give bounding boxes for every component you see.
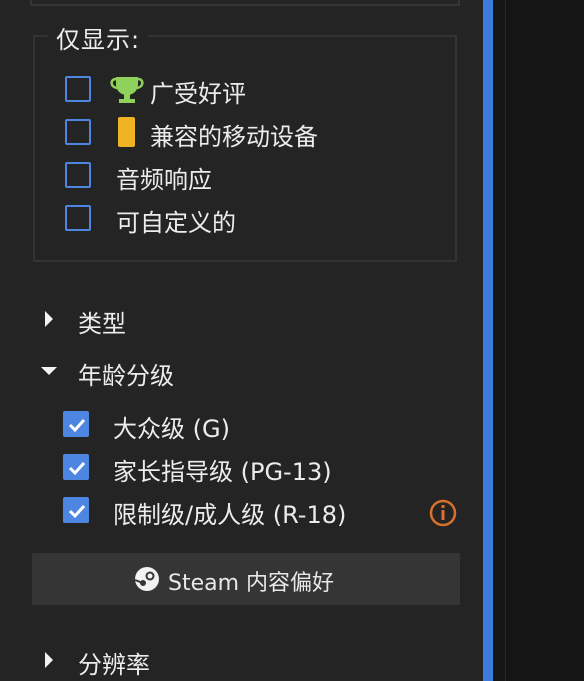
filter-sidebar: 仅显示: 广受好评 兼容的移动设备 音频响应 可自定义的 类型 年龄分级 大众级… [0,0,483,681]
checkmark-icon [68,461,86,476]
steam-content-preferences-button[interactable]: Steam 内容偏好 [32,553,460,605]
previous-section-border [30,0,460,6]
checkbox-rating-r18[interactable] [63,497,89,523]
mobile-device-icon [116,116,138,152]
age-rating-section-header[interactable]: 年龄分级 [40,354,260,390]
pane-divider [505,0,506,681]
type-section-label: 类型 [78,310,126,338]
audio-responsive-label: 音频响应 [116,166,212,194]
rating-r18-label: 限制级/成人级 (R-18) [113,501,347,529]
info-icon[interactable] [428,498,458,532]
checkbox-customizable[interactable] [65,205,91,231]
trophy-icon [108,74,146,110]
checkbox-audio-responsive[interactable] [65,162,91,188]
checkbox-highly-rated[interactable] [65,76,91,102]
chevron-right-icon [40,643,64,677]
highly-rated-label: 广受好评 [150,80,246,108]
checkbox-mobile-compatible[interactable] [65,119,91,145]
steam-content-preferences-label: Steam 内容偏好 [168,571,335,596]
scrollbar-thumb[interactable] [483,0,493,681]
rating-pg13-label: 家长指导级 (PG-13) [113,458,332,486]
chevron-down-icon [40,354,64,388]
only-show-title: 仅显示: [48,20,149,55]
age-rating-section-label: 年龄分级 [78,362,174,390]
resolution-section-label: 分辨率 [78,651,150,679]
chevron-right-icon [40,302,64,336]
resolution-section-header[interactable]: 分辨率 [40,643,240,679]
filter-panel-window: 仅显示: 广受好评 兼容的移动设备 音频响应 可自定义的 类型 年龄分级 大众级… [0,0,584,681]
checkmark-icon [68,504,86,519]
adjacent-pane [493,0,584,681]
checkmark-icon [68,418,86,433]
steam-logo-icon [134,566,160,596]
rating-g-label: 大众级 (G) [113,415,230,443]
checkbox-rating-g[interactable] [63,411,89,437]
checkbox-rating-pg13[interactable] [63,454,89,480]
customizable-label: 可自定义的 [116,209,236,237]
mobile-compatible-label: 兼容的移动设备 [150,123,318,151]
type-section-header[interactable]: 类型 [40,302,240,338]
